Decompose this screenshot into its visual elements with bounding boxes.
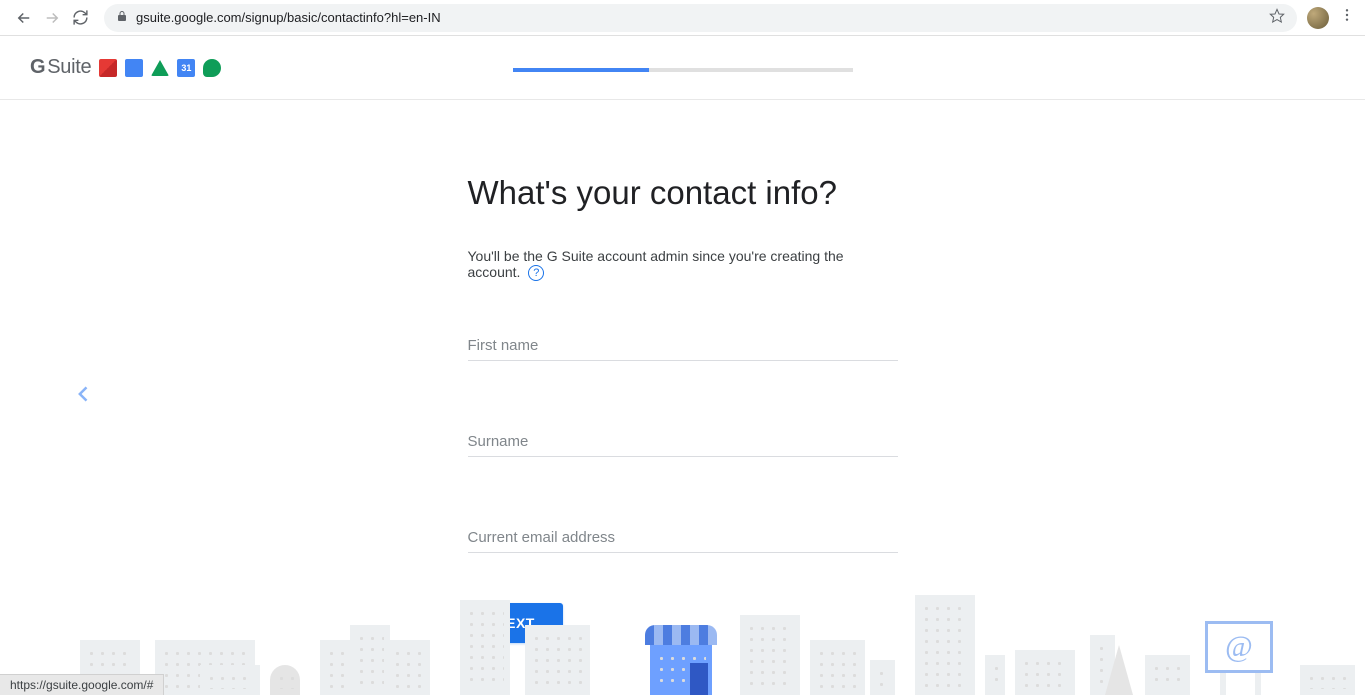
browser-menu-icon[interactable] bbox=[1339, 7, 1355, 28]
first-name-input[interactable] bbox=[468, 335, 898, 361]
status-bar: https://gsuite.google.com/# bbox=[0, 674, 164, 695]
page-title: What's your contact info? bbox=[468, 174, 898, 212]
address-bar[interactable]: gsuite.google.com/signup/basic/contactin… bbox=[104, 4, 1297, 32]
profile-avatar[interactable] bbox=[1307, 7, 1329, 29]
hangouts-icon bbox=[203, 59, 221, 77]
bookmark-star-icon[interactable] bbox=[1269, 8, 1285, 27]
help-icon[interactable]: ? bbox=[528, 265, 544, 281]
drive-icon bbox=[151, 60, 169, 76]
progress-bar bbox=[513, 68, 853, 72]
subtitle-text: You'll be the G Suite account admin sinc… bbox=[468, 248, 844, 280]
gmail-icon bbox=[99, 59, 117, 77]
progress-fill bbox=[513, 68, 649, 72]
main-content: What's your contact info? You'll be the … bbox=[0, 100, 1365, 695]
forward-button[interactable] bbox=[38, 4, 66, 32]
gsuite-logo: GSuite bbox=[30, 56, 91, 79]
browser-chrome: gsuite.google.com/signup/basic/contactin… bbox=[0, 0, 1365, 36]
subtitle: You'll be the G Suite account admin sinc… bbox=[468, 248, 898, 281]
surname-field bbox=[468, 431, 898, 457]
docs-icon bbox=[125, 59, 143, 77]
status-url: https://gsuite.google.com/# bbox=[10, 678, 153, 692]
first-name-field bbox=[468, 335, 898, 361]
page-header: GSuite 31 bbox=[0, 36, 1365, 100]
signup-form: What's your contact info? You'll be the … bbox=[468, 100, 898, 643]
back-button[interactable] bbox=[10, 4, 38, 32]
next-button[interactable]: NEXT bbox=[468, 603, 563, 643]
url-text: gsuite.google.com/signup/basic/contactin… bbox=[136, 10, 441, 25]
lock-icon bbox=[116, 10, 128, 25]
email-input[interactable] bbox=[468, 527, 898, 553]
email-field bbox=[468, 527, 898, 553]
surname-input[interactable] bbox=[468, 431, 898, 457]
reload-button[interactable] bbox=[66, 4, 94, 32]
previous-step-button[interactable] bbox=[74, 380, 94, 415]
calendar-icon: 31 bbox=[177, 59, 195, 77]
logo-row: GSuite 31 bbox=[30, 56, 221, 79]
